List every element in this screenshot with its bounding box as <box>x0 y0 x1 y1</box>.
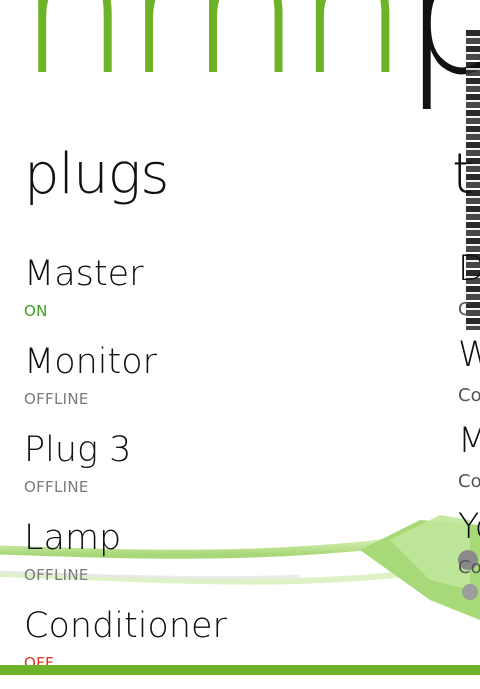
plug-item-monitor[interactable]: Monitor OFFLINE <box>24 345 444 425</box>
plug-name: Master <box>24 257 444 292</box>
peek-name: W <box>458 338 480 373</box>
plug-status: ON <box>24 302 444 320</box>
plug-item-conditioner[interactable]: Conditioner OFF <box>24 609 444 689</box>
peek-status: Co <box>458 385 480 406</box>
plug-name: Conditioner <box>24 609 444 644</box>
panorama-header: nrnnpl <box>0 0 480 110</box>
peek-item[interactable]: M Co <box>458 424 480 494</box>
peek-item[interactable]: W Co <box>458 338 480 408</box>
bottom-accent-bar <box>0 665 480 675</box>
peek-item[interactable]: Yo Co <box>458 510 480 580</box>
plug-status: OFFLINE <box>24 566 444 584</box>
plug-status: OFFLINE <box>24 478 444 496</box>
section-title-plugs: plugs <box>24 142 168 207</box>
plug-item-lamp[interactable]: Lamp OFFLINE <box>24 521 444 601</box>
peek-item[interactable]: D C <box>458 252 480 322</box>
plug-name: Plug 3 <box>24 433 444 468</box>
peek-name: Yo <box>458 510 480 545</box>
plug-status: OFFLINE <box>24 390 444 408</box>
peek-name: D <box>458 252 480 287</box>
app-title: nrnnpl <box>18 0 480 100</box>
peek-name: M <box>458 424 480 459</box>
plug-name: Lamp <box>24 521 444 556</box>
plug-item-plug-3[interactable]: Plug 3 OFFLINE <box>24 433 444 513</box>
plug-name: Monitor <box>24 345 444 380</box>
plug-item-master[interactable]: Master ON <box>24 257 444 337</box>
app-title-green: nrnn <box>18 0 403 110</box>
peek-status: Co <box>458 471 480 492</box>
peek-status: Co <box>458 557 480 578</box>
peek-status: C <box>458 299 480 320</box>
